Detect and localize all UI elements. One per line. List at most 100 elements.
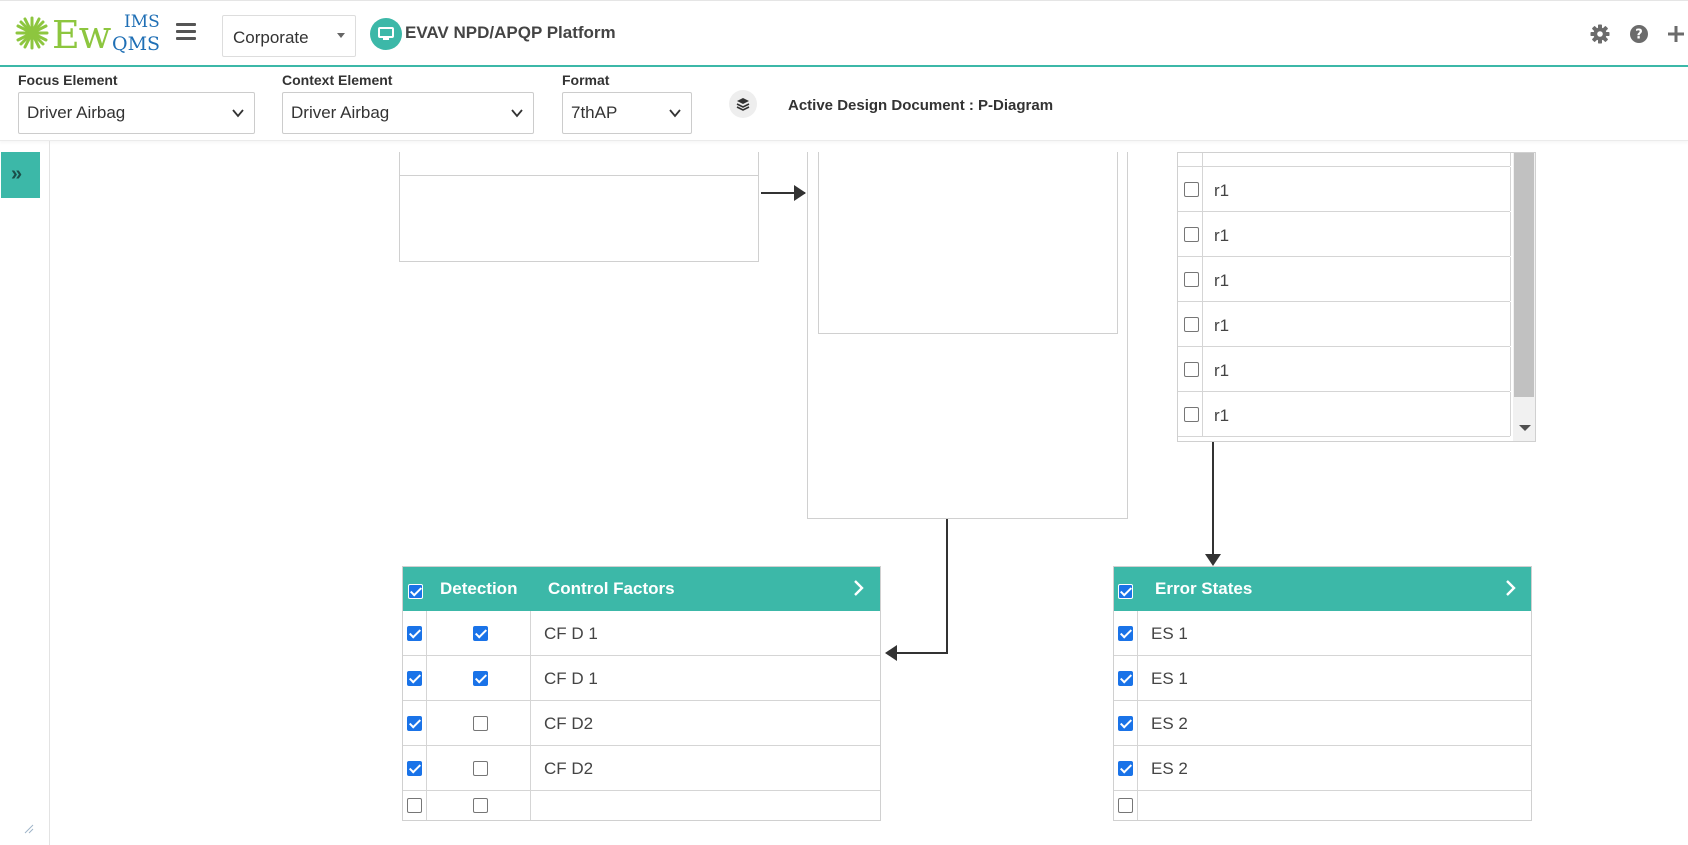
format-label: Format <box>562 72 610 88</box>
row-select-checkbox[interactable] <box>1118 761 1133 776</box>
list-item-label: r1 <box>1214 406 1230 425</box>
row-select-checkbox[interactable] <box>1118 671 1133 686</box>
focus-element-label: Focus Element <box>18 72 118 88</box>
control-factors-table: Detection Control Factors CF D 1 CF D 1 … <box>402 566 881 821</box>
list-item[interactable]: r1 <box>1178 167 1511 212</box>
table-row[interactable]: ES 1 <box>1114 656 1531 701</box>
control-factor-label: CF D2 <box>544 714 594 733</box>
control-factor-label: CF D 1 <box>544 624 598 643</box>
ewqms-logo[interactable]: Ew IMS QMS <box>14 11 160 57</box>
table-row[interactable]: ES 2 <box>1114 701 1531 746</box>
platform-title: EVAV NPD/APQP Platform <box>405 23 616 42</box>
context-element-value: Driver Airbag <box>291 103 390 122</box>
scroll-down-arrow-icon[interactable] <box>1519 425 1531 431</box>
error-states-header: Error States <box>1114 567 1531 611</box>
row-select-checkbox[interactable] <box>407 671 422 686</box>
list-row-partial <box>1178 153 1511 167</box>
table-row[interactable]: CF D2 <box>403 701 880 746</box>
error-state-label: ES 2 <box>1151 714 1188 733</box>
arrow-down-icon <box>1205 554 1221 566</box>
logo-ims-text: IMS <box>124 12 160 32</box>
design-toolbar: Focus Element Driver Airbag Context Elem… <box>0 67 1688 141</box>
list-item-label: r1 <box>1214 361 1230 380</box>
caret-down-icon <box>337 33 345 38</box>
arrow-left-icon <box>885 645 897 661</box>
table-row[interactable]: CF D 1 <box>403 656 880 701</box>
table-row[interactable]: CF D 1 <box>403 611 880 656</box>
plus-icon[interactable] <box>1665 23 1687 45</box>
list-item-label: r1 <box>1214 226 1230 245</box>
resize-handle-icon[interactable] <box>22 822 34 834</box>
focus-element-select[interactable]: Driver Airbag <box>18 92 255 134</box>
error-state-label: ES 2 <box>1151 759 1188 778</box>
error-state-label: ES 1 <box>1151 624 1188 643</box>
row-checkbox[interactable] <box>1184 182 1199 197</box>
context-element-label: Context Element <box>282 72 393 88</box>
detection-checkbox[interactable] <box>473 798 488 813</box>
detection-column-header: Detection <box>440 579 518 598</box>
row-select-checkbox[interactable] <box>407 626 422 641</box>
list-item[interactable]: r1 <box>1178 347 1511 392</box>
connector-line <box>1212 442 1214 556</box>
double-chevron-right-icon: » <box>11 163 23 185</box>
table-row-new[interactable] <box>1114 791 1531 820</box>
help-icon[interactable]: ? <box>1628 23 1650 45</box>
control-factors-header: Detection Control Factors <box>403 567 880 611</box>
input-box[interactable] <box>399 175 759 262</box>
row-checkbox[interactable] <box>1184 317 1199 332</box>
row-select-checkbox[interactable] <box>407 798 422 813</box>
list-item[interactable]: r1 <box>1178 257 1511 302</box>
expand-sidebar-button[interactable]: » <box>1 152 40 198</box>
row-checkbox[interactable] <box>1184 362 1199 377</box>
hamburger-menu-icon[interactable] <box>176 23 196 41</box>
detection-checkbox[interactable] <box>473 761 488 776</box>
table-row[interactable]: CF D2 <box>403 746 880 791</box>
side-panel-rail <box>0 141 50 845</box>
layers-button[interactable] <box>729 90 757 118</box>
input-box-top[interactable] <box>399 152 759 176</box>
list-item-label: r1 <box>1214 181 1230 200</box>
row-select-checkbox[interactable] <box>1118 716 1133 731</box>
table-row[interactable]: ES 1 <box>1114 611 1531 656</box>
row-checkbox[interactable] <box>1184 272 1199 287</box>
logo-star-icon <box>15 16 49 50</box>
chevron-down-icon <box>232 109 244 118</box>
control-factor-label: CF D2 <box>544 759 594 778</box>
connector-line <box>896 652 948 654</box>
logo-ew-text: Ew <box>52 13 111 57</box>
context-element-select[interactable]: Driver Airbag <box>282 92 534 134</box>
detection-checkbox[interactable] <box>473 716 488 731</box>
format-select[interactable]: 7thAP <box>562 92 692 134</box>
chevron-right-icon[interactable] <box>1504 577 1518 599</box>
detection-checkbox[interactable] <box>473 626 488 641</box>
organization-select-value: Corporate <box>233 28 309 47</box>
row-select-checkbox[interactable] <box>1118 626 1133 641</box>
table-row[interactable]: ES 2 <box>1114 746 1531 791</box>
error-states-table: Error States ES 1 ES 1 ES 2 ES 2 <box>1113 566 1532 821</box>
chevron-right-icon[interactable] <box>852 577 866 599</box>
layers-icon <box>736 98 750 111</box>
connector-line <box>946 519 948 654</box>
table-row-new[interactable] <box>403 791 880 820</box>
list-scrollbar-thumb[interactable] <box>1514 153 1534 397</box>
list-item[interactable]: r1 <box>1178 392 1511 437</box>
select-all-checkbox[interactable] <box>408 584 423 599</box>
active-design-document: Active Design Document : P-Diagram <box>788 97 1054 114</box>
error-states-title: Error States <box>1155 579 1253 598</box>
gear-icon[interactable] <box>1589 23 1611 45</box>
monitor-icon <box>370 18 402 50</box>
list-item-label: r1 <box>1214 316 1230 335</box>
error-state-label: ES 1 <box>1151 669 1188 688</box>
focus-element-value: Driver Airbag <box>27 103 126 122</box>
list-item[interactable]: r1 <box>1178 212 1511 257</box>
select-all-checkbox[interactable] <box>1118 584 1133 599</box>
row-checkbox[interactable] <box>1184 407 1199 422</box>
list-item[interactable]: r1 <box>1178 302 1511 347</box>
row-select-checkbox[interactable] <box>407 716 422 731</box>
row-select-checkbox[interactable] <box>407 761 422 776</box>
row-checkbox[interactable] <box>1184 227 1199 242</box>
system-inner-box[interactable] <box>818 152 1118 334</box>
detection-checkbox[interactable] <box>473 671 488 686</box>
organization-select[interactable]: Corporate <box>222 15 356 57</box>
row-select-checkbox[interactable] <box>1118 798 1133 813</box>
